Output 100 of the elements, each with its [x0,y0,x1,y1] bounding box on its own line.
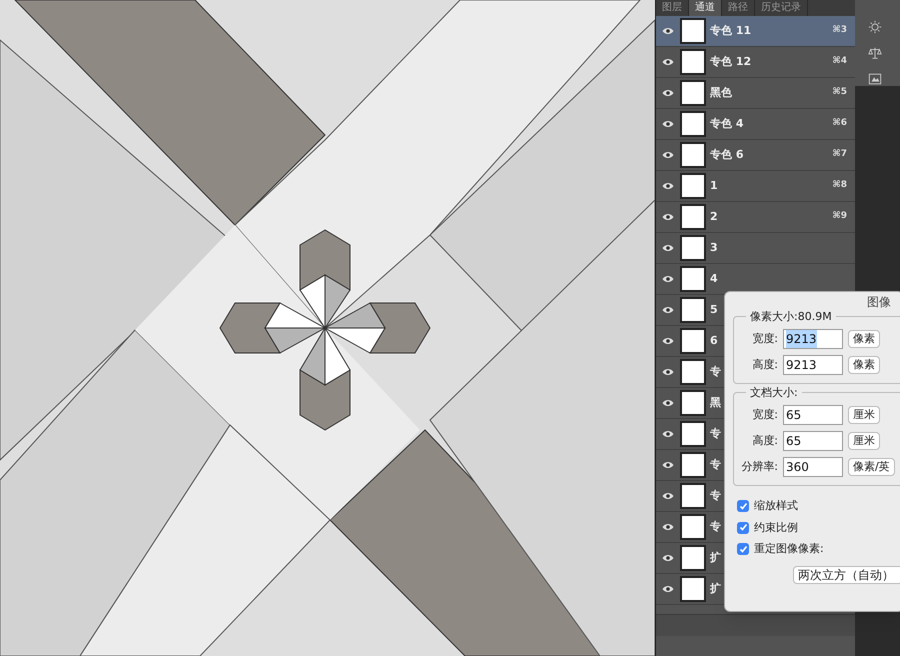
unit-dropdown[interactable]: 像素 [848,356,880,374]
channel-name: 专色 11 [710,22,752,39]
channel-thumbnail [680,514,706,540]
channel-name: 扩 [710,580,721,597]
checkbox[interactable] [737,522,749,534]
channel-name: 专 [710,518,721,535]
channel-row[interactable]: 专色 12 ⌘4 [656,47,855,78]
eye-icon[interactable] [662,492,674,500]
eye-icon[interactable] [662,244,674,252]
eye-icon[interactable] [662,58,674,66]
shortcut-label: ⌘9 [832,210,847,224]
channel-thumbnail [680,80,706,106]
eye-icon[interactable] [662,275,674,283]
channel-name: 专 [710,488,721,504]
channel-thumbnail [680,545,706,571]
channel-thumbnail [680,173,706,199]
channel-row[interactable]: 专色 4 ⌘6 [656,109,855,140]
channel-thumbnail [680,359,706,385]
eye-icon[interactable] [662,399,674,407]
field-value: 9213 [786,357,817,374]
field-label: 高度: [751,432,778,449]
channel-name: 专 [710,364,721,380]
field-value: 65 [786,407,802,424]
checkbox-label: 重定图像像素: [754,541,824,557]
channel-name: 4 [710,270,718,287]
unit-dropdown[interactable]: 像素 [848,330,880,348]
field-value: 9213 [786,330,817,348]
unit-dropdown[interactable]: 厘米 [848,406,880,424]
panel-tab[interactable]: 通道 [689,0,722,16]
channel-thumbnail [680,421,706,447]
shortcut-label: ⌘4 [832,55,847,68]
channel-name: 3 [710,240,718,256]
eye-icon[interactable] [662,368,674,376]
checkbox[interactable] [737,500,749,512]
resample-dropdown[interactable]: 两次立方（自动） [793,566,900,584]
input-field[interactable]: 9213 [783,329,843,349]
input-field[interactable]: 360 [783,457,843,477]
eye-icon[interactable] [662,213,674,221]
channel-thumbnail [680,142,706,168]
eye-icon[interactable] [662,151,674,159]
unit-dropdown[interactable]: 像素/英 [848,458,895,476]
eye-icon[interactable] [662,430,674,438]
channel-thumbnail [680,111,706,137]
shortcut-label: ⌘8 [832,179,847,192]
shortcut-label: ⌘7 [832,148,847,162]
channel-name: 6 [710,332,718,349]
dialog-title: 图像 [867,294,891,311]
channel-row[interactable]: 2 ⌘9 [656,202,855,233]
channel-row[interactable]: 黑色 ⌘5 [656,78,855,109]
channel-thumbnail [680,204,706,230]
channel-name: 扩 [710,550,721,566]
channel-name: 2 [710,208,718,225]
eye-icon[interactable] [662,120,674,128]
channel-name: 专 [710,426,721,442]
eye-icon[interactable] [662,182,674,190]
eye-icon[interactable] [662,461,674,469]
eye-icon[interactable] [662,27,674,35]
channel-thumbnail [680,18,706,44]
channel-thumbnail [680,266,706,292]
checkbox-label: 约束比例 [754,520,798,536]
channel-thumbnail [680,576,706,602]
channel-thumbnail [680,235,706,261]
input-field[interactable]: 9213 [783,355,843,375]
eye-icon[interactable] [662,585,674,593]
checkbox[interactable] [737,543,749,556]
image-icon[interactable] [867,72,883,86]
channel-thumbnail [680,328,706,354]
field-label: 宽度: [751,406,778,423]
unit-dropdown[interactable]: 厘米 [848,432,880,450]
channel-thumbnail [680,49,706,75]
eye-icon[interactable] [662,89,674,97]
field-label: 高度: [751,356,778,373]
input-field[interactable]: 65 [783,431,843,451]
eye-icon[interactable] [662,523,674,531]
channel-name: 专色 4 [710,116,744,132]
channel-row[interactable]: 专色 6 ⌘7 [656,140,855,171]
input-field[interactable]: 65 [783,405,843,425]
channel-thumbnail [680,483,706,509]
scales-icon[interactable] [867,46,883,60]
channel-name: 专 [710,456,721,473]
channel-thumbnail [680,390,706,416]
field-label: 分辨率: [740,458,778,475]
shortcut-label: ⌘3 [832,24,847,38]
channel-name: 黑 [710,394,721,411]
channel-name: 1 [710,178,718,194]
field-value: 65 [786,433,802,450]
checkbox-label: 缩放样式 [754,498,798,514]
channel-row[interactable]: 专色 11 ⌘3 [656,16,855,47]
eye-icon[interactable] [662,337,674,345]
channel-name: 专色 12 [710,54,752,70]
channel-name: 专色 6 [710,146,744,163]
field-value: 360 [786,459,809,476]
eye-icon[interactable] [662,306,674,314]
sun-icon[interactable] [867,20,883,34]
shortcut-label: ⌘6 [832,117,847,130]
channel-row[interactable]: 3 [656,233,855,264]
shortcut-label: ⌘5 [832,86,847,100]
channel-name: 黑色 [710,84,732,101]
eye-icon[interactable] [662,554,674,562]
channel-row[interactable]: 1 ⌘8 [656,171,855,202]
